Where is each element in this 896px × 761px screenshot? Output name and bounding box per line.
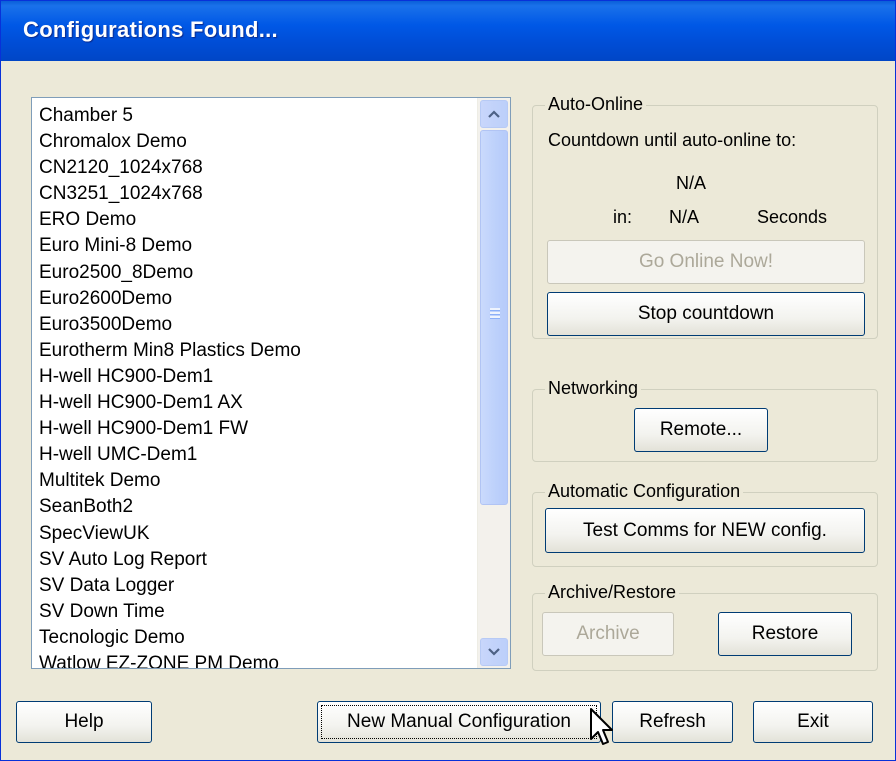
scroll-down-button[interactable] [480, 638, 508, 666]
in-label: in: [613, 207, 633, 227]
configuration-list-item[interactable]: Euro3500Demo [39, 312, 301, 338]
auto-online-legend: Auto-Online [545, 94, 647, 115]
seconds-unit-label: Seconds [757, 207, 828, 227]
configuration-list-item[interactable]: Euro Mini-8 Demo [39, 233, 301, 259]
configuration-list-item[interactable]: Eurotherm Min8 Plastics Demo [39, 338, 301, 364]
mouse-pointer-icon [590, 708, 613, 745]
archive-restore-group: Archive/Restore Archive Restore [532, 582, 878, 671]
configuration-list-item[interactable]: H-well HC900-Dem1 FW [39, 416, 301, 442]
scroll-grip-line [490, 308, 500, 311]
configuration-list-item[interactable]: SpecViewUK [39, 521, 301, 547]
configuration-list-item[interactable]: Multitek Demo [39, 468, 301, 494]
scroll-thumb[interactable] [480, 130, 508, 505]
configuration-list-item[interactable]: Euro2600Demo [39, 286, 301, 312]
configuration-list-item[interactable]: Tecnologic Demo [39, 625, 301, 651]
configuration-list-item[interactable]: SeanBoth2 [39, 494, 301, 520]
new-manual-configuration-button[interactable]: New Manual Configuration [317, 701, 601, 743]
restore-button[interactable]: Restore [718, 612, 852, 656]
title-bar[interactable]: Configurations Found... [1, 1, 895, 61]
configuration-list-item[interactable]: CN3251_1024x768 [39, 181, 301, 207]
list-scrollbar[interactable] [477, 98, 510, 668]
scroll-grip-line [490, 312, 500, 315]
automatic-configuration-group: Automatic Configuration Test Comms for N… [532, 481, 878, 567]
configuration-list-item[interactable]: ERO Demo [39, 207, 301, 233]
exit-button[interactable]: Exit [753, 701, 873, 743]
configuration-list-item[interactable]: H-well HC900-Dem1 [39, 364, 301, 390]
automatic-configuration-legend: Automatic Configuration [545, 481, 744, 502]
configuration-list-items: Chamber 5 Chromalox Demo CN2120_1024x768 CN… [39, 103, 301, 668]
configuration-list-item[interactable]: SV Data Logger [39, 573, 301, 599]
window-title: Configurations Found... [23, 17, 278, 42]
auto-online-group: Auto-Online Countdown until auto-online … [532, 94, 878, 339]
chevron-down-icon [488, 648, 500, 656]
configuration-list-item[interactable]: CN2120_1024x768 [39, 155, 301, 181]
configuration-list-item[interactable]: H-well HC900-Dem1 AX [39, 390, 301, 416]
configuration-list-item[interactable]: Chromalox Demo [39, 129, 301, 155]
configuration-list-item[interactable]: Euro2500_8Demo [39, 260, 301, 286]
chevron-up-icon [488, 110, 500, 118]
configuration-list[interactable]: Chamber 5 Chromalox Demo CN2120_1024x768 CN… [31, 97, 511, 669]
archive-button[interactable]: Archive [542, 612, 674, 656]
seconds-remaining-value: N/A [669, 207, 700, 227]
configuration-list-item[interactable]: Chamber 5 [39, 103, 301, 129]
networking-legend: Networking [545, 378, 642, 399]
test-comms-button[interactable]: Test Comms for NEW config. [545, 508, 865, 553]
refresh-button[interactable]: Refresh [612, 701, 733, 743]
scroll-up-button[interactable] [480, 100, 508, 128]
stop-countdown-button[interactable]: Stop countdown [547, 292, 865, 336]
scroll-grip-line [490, 316, 500, 319]
countdown-text: Countdown until auto-online to: [548, 130, 797, 150]
remote-button[interactable]: Remote... [634, 408, 768, 452]
dialog-body: Chamber 5 Chromalox Demo CN2120_1024x768 CN… [7, 61, 889, 755]
configuration-list-item[interactable]: Watlow EZ-ZONE PM Demo [39, 651, 301, 668]
countdown-target-value: N/A [676, 173, 707, 193]
networking-group: Networking Remote... [532, 378, 878, 462]
archive-restore-legend: Archive/Restore [545, 582, 680, 603]
configurations-window: Configurations Found... Chamber 5 Chromal… [0, 0, 896, 761]
help-button[interactable]: Help [16, 701, 152, 743]
go-online-now-button[interactable]: Go Online Now! [547, 240, 865, 284]
configuration-list-item[interactable]: SV Auto Log Report [39, 547, 301, 573]
configuration-list-item[interactable]: SV Down Time [39, 599, 301, 625]
configuration-list-item[interactable]: H-well UMC-Dem1 [39, 442, 301, 468]
